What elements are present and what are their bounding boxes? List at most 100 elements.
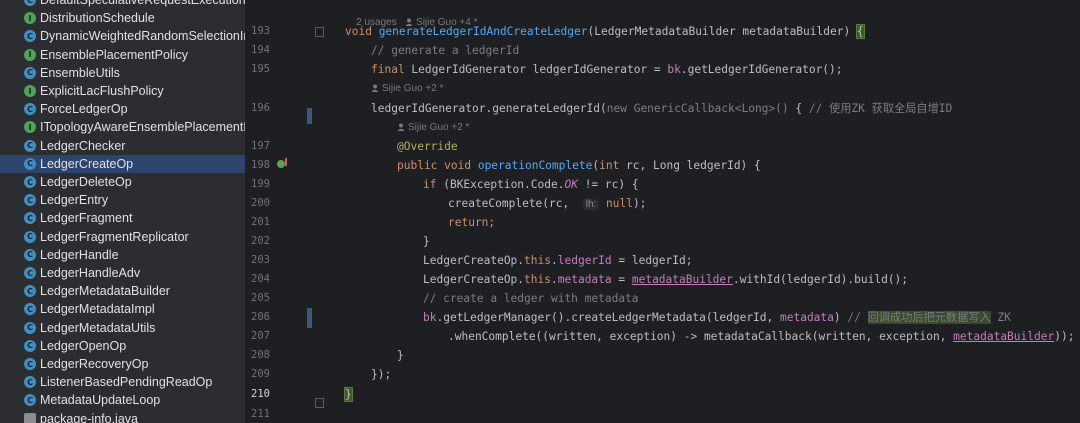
- code-line-198[interactable]: public void operationComplete(int rc, Lo…: [397, 156, 761, 175]
- tree-item[interactable]: C LedgerOpenOp: [0, 337, 245, 355]
- code-line-196[interactable]: ledgerIdGenerator.generateLedgerId(new G…: [371, 99, 952, 118]
- tree-item-label: LedgerFragment: [40, 211, 133, 226]
- tree-item[interactable]: C ForceLedgerOp: [0, 100, 245, 118]
- tree-item[interactable]: I ExplicitLacFlushPolicy: [0, 82, 245, 100]
- class-icon: C: [24, 339, 36, 352]
- change-marker[interactable]: [307, 108, 312, 124]
- tree-item[interactable]: C EnsembleUtils: [0, 64, 245, 82]
- change-marker[interactable]: [307, 308, 312, 328]
- class-icon: C: [24, 103, 36, 116]
- class-icon: C: [24, 212, 36, 225]
- code-line-197[interactable]: @Override: [397, 137, 458, 156]
- line-number[interactable]: 200: [245, 197, 270, 209]
- tree-item[interactable]: C LedgerCreateOp: [0, 154, 245, 173]
- code-line-208[interactable]: }: [397, 346, 404, 365]
- tree-item[interactable]: I EnsemblePlacementPolicy: [0, 46, 245, 64]
- tree-item[interactable]: C DynamicWeightedRandomSelectionIn: [0, 27, 245, 45]
- tree-item[interactable]: C LedgerEntry: [0, 191, 245, 209]
- line-number[interactable]: 195: [245, 63, 270, 75]
- tree-item-label: LedgerMetadataBuilder: [40, 284, 170, 299]
- line-number[interactable]: 199: [245, 178, 270, 190]
- tree-item-label: LedgerMetadataImpl: [40, 302, 155, 317]
- line-number[interactable]: 206: [245, 311, 270, 323]
- line-number[interactable]: 204: [245, 273, 270, 285]
- code-editor[interactable]: 2 usages Sijie Guo +4 * void generateLed…: [337, 0, 1080, 423]
- line-number[interactable]: 203: [245, 254, 270, 266]
- tree-item[interactable]: C LedgerFragmentReplicator: [0, 228, 245, 246]
- code-line-209[interactable]: });: [371, 365, 391, 384]
- code-line-202[interactable]: }: [423, 232, 430, 251]
- tree-item-label: ITopologyAwareEnsemblePlacementP: [40, 120, 245, 135]
- code-line-199[interactable]: if (BKException.Code.OK != rc) {: [423, 175, 639, 194]
- tree-item[interactable]: C LedgerChecker: [0, 137, 245, 155]
- class-icon: C: [24, 303, 36, 316]
- class-icon: C: [24, 139, 36, 152]
- line-number[interactable]: 201: [245, 216, 270, 228]
- line-number[interactable]: 209: [245, 368, 270, 380]
- class-icon: C: [24, 267, 36, 279]
- tree-item-label: ExplicitLacFlushPolicy: [40, 84, 164, 98]
- fold-marker-icon[interactable]: [315, 398, 324, 408]
- interface-icon: I: [24, 12, 36, 25]
- class-icon: C: [24, 321, 36, 334]
- tree-item[interactable]: I DistributionSchedule: [0, 9, 245, 27]
- tree-item-label: ForceLedgerOp: [40, 102, 128, 117]
- line-number[interactable]: 197: [245, 140, 270, 152]
- line-number[interactable]: 211: [245, 408, 270, 420]
- tree-item[interactable]: I ITopologyAwareEnsemblePlacementP: [0, 118, 245, 136]
- class-icon: C: [24, 66, 36, 79]
- tree-item-label: LedgerEntry: [40, 193, 109, 208]
- matched-brace-close: }: [344, 387, 353, 402]
- code-line-194[interactable]: // generate a ledgerId: [371, 41, 519, 60]
- author-hint-3[interactable]: Sijie Guo +2 *: [397, 122, 469, 133]
- tree-item[interactable]: C ListenerBasedPendingReadOp: [0, 373, 245, 391]
- tree-item[interactable]: package-info.java: [0, 410, 245, 423]
- code-line-193[interactable]: void generateLedgerIdAndCreateLedger(Led…: [345, 22, 865, 41]
- line-number[interactable]: 210: [245, 388, 270, 400]
- class-icon: C: [24, 194, 36, 207]
- line-number[interactable]: 207: [245, 330, 270, 342]
- class-icon: C: [24, 394, 36, 407]
- line-number[interactable]: 196: [245, 102, 270, 114]
- author-hint-2[interactable]: Sijie Guo +2 *: [371, 83, 443, 94]
- line-number[interactable]: 194: [245, 44, 270, 56]
- code-line-210[interactable]: }: [344, 385, 353, 404]
- tree-item[interactable]: C MetadataUpdateLoop: [0, 391, 245, 409]
- tree-item[interactable]: C DefaultSpeculativeRequestExecution: [0, 0, 245, 9]
- tree-item[interactable]: C LedgerDeleteOp: [0, 173, 245, 191]
- code-line-207[interactable]: .whenComplete((written, exception) -> me…: [448, 327, 1074, 346]
- tree-item-label: DefaultSpeculativeRequestExecution: [40, 0, 245, 7]
- class-icon: C: [24, 0, 36, 6]
- interface-icon: I: [24, 48, 36, 61]
- line-number[interactable]: 202: [245, 235, 270, 247]
- fold-marker-icon[interactable]: [315, 27, 324, 37]
- code-line-195[interactable]: final LedgerIdGenerator ledgerIdGenerato…: [371, 60, 843, 79]
- tree-item-label: DistributionSchedule: [40, 11, 155, 26]
- code-line-205[interactable]: // create a ledger with metadata: [423, 289, 639, 308]
- tree-item-label: LedgerFragmentReplicator: [40, 229, 189, 244]
- code-line-206[interactable]: bk.getLedgerManager().createLedgerMetada…: [423, 308, 1011, 327]
- line-number[interactable]: 193: [245, 25, 270, 37]
- tree-item[interactable]: C LedgerMetadataUtils: [0, 319, 245, 337]
- code-line-203[interactable]: LedgerCreateOp.this.ledgerId = ledgerId;: [423, 251, 692, 270]
- tree-item[interactable]: C LedgerMetadataBuilder: [0, 282, 245, 300]
- code-line-200[interactable]: createComplete(rc, lh: null);: [448, 194, 646, 213]
- code-line-201[interactable]: return;: [448, 213, 495, 232]
- matched-brace: {: [855, 24, 865, 39]
- code-line-204[interactable]: LedgerCreateOp.this.metadata = metadataB…: [423, 270, 908, 289]
- tree-item-label: LedgerMetadataUtils: [40, 320, 156, 335]
- parameter-hint: lh:: [582, 199, 600, 210]
- tree-item-label: LedgerCreateOp: [40, 156, 134, 171]
- interface-icon: I: [24, 85, 36, 97]
- line-number[interactable]: 205: [245, 292, 270, 304]
- line-number[interactable]: 198: [245, 159, 270, 171]
- tree-item-label: LedgerHandle: [40, 247, 119, 262]
- override-marker-icon[interactable]: [277, 160, 285, 168]
- tree-item[interactable]: C LedgerRecoveryOp: [0, 355, 245, 373]
- tree-item-label: ListenerBasedPendingReadOp: [40, 375, 213, 390]
- tree-item[interactable]: C LedgerHandle: [0, 246, 245, 264]
- tree-item[interactable]: C LedgerHandleAdv: [0, 264, 245, 282]
- tree-item[interactable]: C LedgerFragment: [0, 209, 245, 227]
- line-number[interactable]: 208: [245, 349, 270, 361]
- tree-item[interactable]: C LedgerMetadataImpl: [0, 300, 245, 318]
